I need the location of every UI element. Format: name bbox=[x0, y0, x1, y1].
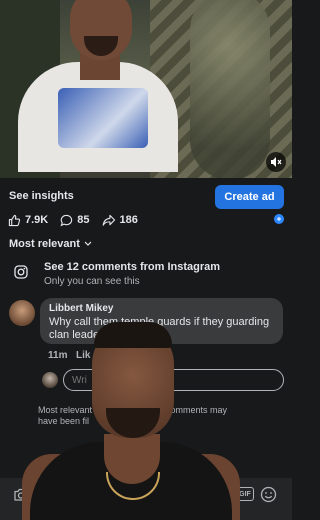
pip-person-hair bbox=[94, 322, 172, 348]
shares-count: 186 bbox=[119, 214, 138, 226]
comment-bubble-icon bbox=[60, 214, 73, 226]
video-player[interactable] bbox=[0, 0, 292, 178]
video-creature-figure bbox=[190, 0, 270, 178]
pip-video-overlay[interactable] bbox=[22, 322, 240, 520]
see-insights-link[interactable]: See insights bbox=[9, 190, 74, 202]
instagram-comments-title: See 12 comments from Instagram bbox=[44, 261, 221, 273]
mute-button[interactable] bbox=[266, 152, 286, 172]
comment-sort-dropdown[interactable]: Most relevant bbox=[9, 238, 92, 250]
likes-count: 7.9K bbox=[25, 214, 49, 226]
instagram-icon bbox=[14, 265, 28, 279]
chevron-down-icon bbox=[84, 241, 92, 246]
share-arrow-icon bbox=[102, 214, 115, 226]
speaker-muted-icon bbox=[271, 157, 282, 167]
instagram-comments-subtitle: Only you can see this bbox=[44, 276, 140, 287]
thumbs-up-icon bbox=[8, 214, 21, 226]
likes-stat[interactable]: 7.9K bbox=[8, 214, 48, 227]
facebook-badge-icon bbox=[274, 214, 284, 224]
sort-label: Most relevant bbox=[9, 238, 80, 250]
reaction-stats: 7.9K 85 186 bbox=[8, 211, 150, 229]
video-shirt-print bbox=[58, 88, 148, 148]
comments-stat[interactable]: 85 bbox=[60, 214, 90, 227]
comments-count: 85 bbox=[77, 214, 90, 226]
create-ad-button[interactable]: Create ad bbox=[215, 185, 284, 209]
instagram-comments-link[interactable]: See 12 comments from Instagram Only you … bbox=[14, 259, 284, 289]
emoji-icon[interactable] bbox=[260, 486, 277, 503]
shares-stat[interactable]: 186 bbox=[102, 214, 138, 227]
comment-author[interactable]: Libbert Mikey bbox=[49, 303, 274, 314]
